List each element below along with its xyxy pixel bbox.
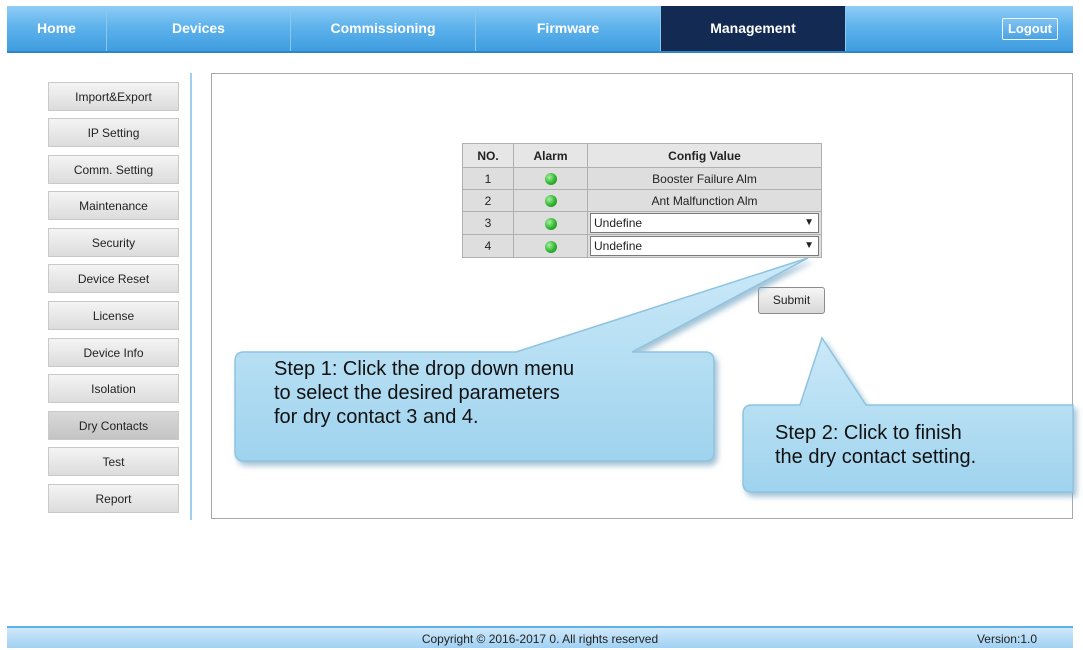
sidebar-item-report[interactable]: Report bbox=[48, 484, 179, 513]
sidebar-item-dry-contacts[interactable]: Dry Contacts bbox=[48, 411, 179, 440]
table-row: 3 Undefine ▼ bbox=[462, 211, 822, 235]
config-select-3[interactable]: Undefine ▼ bbox=[590, 213, 819, 233]
step1-line-1: Step 1: Click the drop down menu bbox=[274, 358, 575, 380]
green-led-icon bbox=[544, 173, 557, 186]
table-header-row: NO. Alarm Config Value bbox=[462, 143, 822, 168]
config-cell: Undefine ▼ bbox=[587, 234, 822, 258]
dry-contact-table: NO. Alarm Config Value 1 Booster Failure… bbox=[462, 143, 822, 258]
sidebar-item-isolation[interactable]: Isolation bbox=[48, 374, 179, 403]
sidebar-item-license[interactable]: License bbox=[48, 301, 179, 330]
row-number: 2 bbox=[462, 189, 514, 212]
table-row: 4 Undefine ▼ bbox=[462, 234, 822, 258]
version-text: Version:1.0 bbox=[976, 632, 1037, 646]
sidebar-item-device-reset[interactable]: Device Reset bbox=[48, 264, 179, 293]
config-cell: Undefine ▼ bbox=[587, 211, 822, 235]
logout-button[interactable]: Logout bbox=[1001, 18, 1058, 40]
step2-line-2: the dry contact setting. bbox=[775, 446, 977, 468]
sidebar-item-comm-setting[interactable]: Comm. Setting bbox=[48, 155, 179, 184]
step1-line-3: for dry contact 3 and 4. bbox=[274, 406, 479, 428]
side-menu: Import&Export IP Setting Comm. Setting M… bbox=[45, 73, 192, 520]
chevron-down-icon: ▼ bbox=[804, 240, 814, 251]
chevron-down-icon: ▼ bbox=[804, 217, 814, 228]
config-select-value: Undefine bbox=[594, 216, 643, 230]
tab-commissioning[interactable]: Commissioning bbox=[291, 6, 476, 51]
tab-management[interactable]: Management bbox=[661, 6, 846, 51]
green-led-icon bbox=[544, 195, 557, 208]
tab-home[interactable]: Home bbox=[7, 6, 107, 51]
top-nav: Home Devices Commissioning Firmware Mana… bbox=[7, 6, 1073, 53]
sidebar-item-import-export[interactable]: Import&Export bbox=[48, 82, 179, 111]
config-select-4[interactable]: Undefine ▼ bbox=[590, 236, 819, 256]
alarm-cell bbox=[513, 234, 588, 258]
alarm-cell bbox=[513, 189, 588, 212]
step2-line-1: Step 2: Click to finish bbox=[775, 422, 962, 444]
table-row: 1 Booster Failure Alm bbox=[462, 167, 822, 190]
config-value: Booster Failure Alm bbox=[587, 167, 822, 190]
column-header-alarm: Alarm bbox=[513, 143, 588, 168]
footer-bar: Copyright © 2016-2017 0. All rights rese… bbox=[7, 626, 1073, 648]
sidebar-item-device-info[interactable]: Device Info bbox=[48, 338, 179, 367]
submit-button[interactable]: Submit bbox=[758, 287, 825, 314]
row-number: 1 bbox=[462, 167, 514, 190]
alarm-cell bbox=[513, 211, 588, 235]
column-header-config-value: Config Value bbox=[587, 143, 822, 168]
config-value: Ant Malfunction Alm bbox=[587, 189, 822, 212]
row-number: 4 bbox=[462, 234, 514, 258]
green-led-icon bbox=[544, 217, 557, 230]
sidebar-item-ip-setting[interactable]: IP Setting bbox=[48, 118, 179, 147]
sidebar-item-security[interactable]: Security bbox=[48, 228, 179, 257]
copyright-text: Copyright © 2016-2017 0. All rights rese… bbox=[421, 632, 659, 646]
tab-devices[interactable]: Devices bbox=[107, 6, 291, 51]
alarm-cell bbox=[513, 167, 588, 190]
sidebar-item-test[interactable]: Test bbox=[48, 447, 179, 476]
column-header-no: NO. bbox=[462, 143, 514, 168]
green-led-icon bbox=[544, 240, 557, 253]
step1-callout-text: Step 1: Click the drop down menu to sele… bbox=[274, 357, 574, 429]
row-number: 3 bbox=[462, 211, 514, 235]
step1-line-2: to select the desired parameters bbox=[274, 382, 560, 404]
step2-callout-text: Step 2: Click to finish the dry contact … bbox=[775, 421, 976, 469]
tab-firmware[interactable]: Firmware bbox=[476, 6, 661, 51]
sidebar-item-maintenance[interactable]: Maintenance bbox=[48, 191, 179, 220]
config-select-value: Undefine bbox=[594, 239, 643, 253]
table-row: 2 Ant Malfunction Alm bbox=[462, 189, 822, 212]
